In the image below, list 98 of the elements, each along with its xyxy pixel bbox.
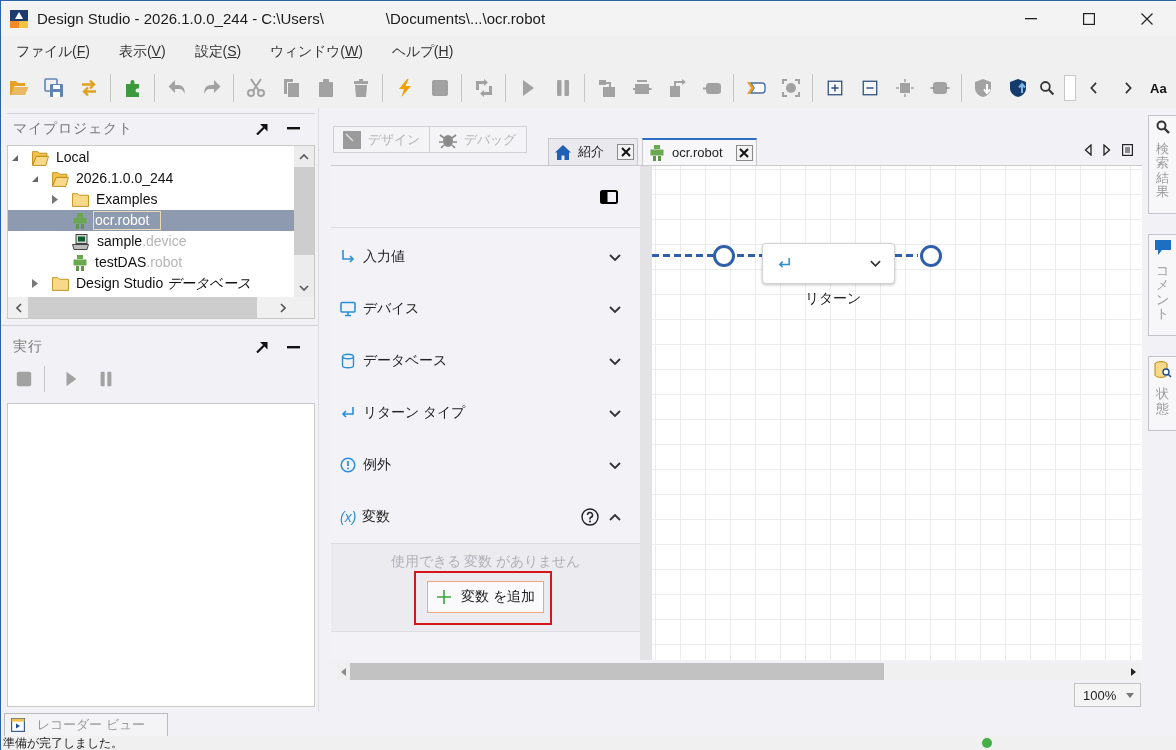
close-icon[interactable] xyxy=(1141,12,1153,25)
editor-tab[interactable]: 紹介 xyxy=(548,138,638,165)
robot-icon xyxy=(72,212,88,229)
maximize-icon[interactable] xyxy=(1083,12,1095,25)
menu-item[interactable]: ウィンドウ(W) xyxy=(264,39,369,65)
list-icon[interactable] xyxy=(1122,144,1133,156)
minimize-icon[interactable] xyxy=(1025,17,1037,20)
vertical-scrollbar[interactable] xyxy=(640,166,652,660)
connection-port[interactable] xyxy=(920,244,942,267)
plus-square-icon[interactable] xyxy=(825,79,844,97)
horizontal-scrollbar[interactable] xyxy=(8,297,314,318)
chevron-up-icon[interactable] xyxy=(299,154,309,160)
menu-item[interactable]: 設定(S) xyxy=(188,39,248,65)
dashed-connector xyxy=(652,254,713,257)
chevron-left-icon[interactable] xyxy=(16,302,22,313)
chevron-left-icon[interactable] xyxy=(1090,82,1097,94)
section-header[interactable]: リターン タイプ xyxy=(331,387,640,439)
dashed-connector xyxy=(735,254,762,257)
expanded-triangle-icon[interactable] xyxy=(32,175,38,182)
search-field[interactable] xyxy=(1064,75,1076,101)
section-header[interactable]: 入力値 xyxy=(331,231,640,283)
window-title: \Documents\...\ocr.robot xyxy=(385,10,546,27)
tree-item[interactable]: testDAS.robot xyxy=(8,252,294,273)
chevron-up-icon[interactable] xyxy=(609,513,621,521)
robot-icon xyxy=(649,144,665,161)
menu-item[interactable]: 表示(V) xyxy=(112,39,172,65)
speech-bubble-icon xyxy=(1153,239,1172,257)
turn-arrow-icon xyxy=(340,249,356,265)
tree-item[interactable]: Examples xyxy=(8,189,294,210)
computer-icon xyxy=(72,233,90,250)
pencil-square-icon xyxy=(342,129,362,150)
house-icon xyxy=(555,144,571,160)
menu-item[interactable]: ヘルプ(H) xyxy=(385,39,460,65)
diagonal-arrow-icon[interactable] xyxy=(256,341,268,353)
minus-square-icon[interactable] xyxy=(860,79,879,97)
tree-item[interactable]: Design Studio データベース xyxy=(8,273,294,294)
monitor-icon xyxy=(340,301,356,317)
expanded-triangle-icon[interactable] xyxy=(12,154,18,161)
chevron-down-icon[interactable] xyxy=(609,253,621,261)
tree-item[interactable]: 2026.1.0.0_244 xyxy=(8,168,294,189)
app-logo-icon xyxy=(10,9,28,28)
diagonal-arrow-icon[interactable] xyxy=(256,122,268,135)
search-icon[interactable] xyxy=(1039,80,1055,96)
close-icon[interactable] xyxy=(739,147,750,158)
editor-tab[interactable]: ocr.robot xyxy=(642,138,757,165)
horizontal-scrollbar[interactable] xyxy=(337,663,1140,680)
section-header[interactable]: 例外 xyxy=(331,439,640,491)
flow-node[interactable] xyxy=(762,243,895,284)
zoom-dropdown[interactable]: 100% xyxy=(1074,683,1141,707)
exclamation-icon xyxy=(340,457,356,473)
scrollbar-thumb[interactable] xyxy=(350,663,884,680)
panel-title: 実行 xyxy=(13,338,43,356)
panel-title: マイプロジェクト xyxy=(13,119,133,138)
chevron-down-icon[interactable] xyxy=(609,305,621,313)
chevron-down-icon[interactable] xyxy=(609,461,621,469)
triangle-right-icon[interactable] xyxy=(1103,144,1111,156)
shield-arrow-icon[interactable] xyxy=(1008,78,1029,98)
status-dot-icon xyxy=(982,738,992,748)
chevron-down-icon[interactable] xyxy=(299,285,309,291)
triangle-left-icon[interactable] xyxy=(1084,144,1092,156)
tree-item[interactable]: sample.device xyxy=(8,231,294,252)
section-header[interactable]: デバイス xyxy=(331,283,640,335)
open-folder-icon xyxy=(32,149,49,166)
section-header[interactable]: データベース xyxy=(331,335,640,387)
collapsed-triangle-icon[interactable] xyxy=(52,195,58,204)
collapsed-triangle-icon[interactable] xyxy=(32,279,38,288)
chevron-down-icon[interactable] xyxy=(870,260,881,267)
sidebar-toggle-icon[interactable] xyxy=(600,189,618,204)
close-tab-button[interactable] xyxy=(735,144,753,161)
vertical-scrollbar[interactable] xyxy=(294,146,314,297)
floppy-disks-icon[interactable] xyxy=(43,78,64,98)
status-text: 準備が完了しました。 xyxy=(3,736,123,750)
window-title: Design Studio - 2026.1.0.0_244 - C:\Users\ xyxy=(37,10,324,27)
dropdown-triangle-icon xyxy=(1126,692,1134,698)
font-toggle[interactable]: Aa xyxy=(1150,80,1167,96)
chevron-down-icon[interactable] xyxy=(609,409,621,417)
folder-icon xyxy=(72,192,89,207)
window-play-icon xyxy=(11,718,25,732)
tree-item[interactable]: Local xyxy=(8,147,294,168)
robot-icon xyxy=(72,254,88,271)
database-icon xyxy=(340,353,356,369)
chevron-down-icon[interactable] xyxy=(609,357,621,365)
triangle-right-icon[interactable] xyxy=(1131,667,1136,676)
folder-icon xyxy=(52,276,69,291)
node-label: リターン xyxy=(805,290,861,308)
menu-item[interactable]: ファイル(F) xyxy=(10,39,96,65)
scrollbar-thumb[interactable] xyxy=(294,167,314,255)
connection-port[interactable] xyxy=(713,244,735,267)
help-icon[interactable] xyxy=(581,508,599,526)
chevron-right-icon[interactable] xyxy=(1125,82,1132,94)
scrollbar-thumb[interactable] xyxy=(28,297,257,318)
chevron-right-icon[interactable] xyxy=(280,302,286,313)
dashed-connector xyxy=(895,254,920,257)
database-magnifier-icon xyxy=(1153,361,1172,380)
minimize-icon[interactable] xyxy=(287,345,300,349)
search-icon xyxy=(1155,120,1170,134)
minimize-icon[interactable] xyxy=(287,127,300,130)
open-folder-icon xyxy=(52,170,69,187)
